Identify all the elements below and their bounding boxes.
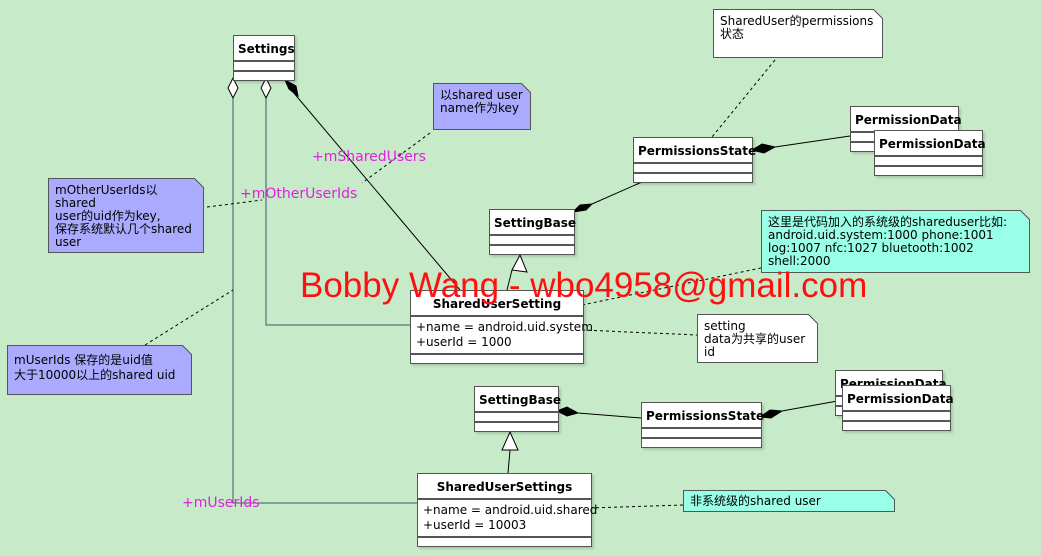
note-link [589,504,684,509]
note-permissions: SharedUser的permissions 状态 [713,9,883,58]
class-title: PermissionsState [642,403,764,429]
composition-ps1-pd1 [774,135,851,148]
role-muser-ids: +mUserIds [182,495,260,511]
note-other-user-ids: mOtherUserIds以 shared user的uid作为key, 保存系统默… [48,178,204,253]
attribute: +userId = 1000 [416,335,512,349]
hollow-diamond-icon [260,76,272,100]
class-permission-data[interactable]: PermissionData [842,385,954,431]
hollow-diamond-icon [227,76,239,100]
class-permissions-state[interactable]: PermissionsState [633,137,756,183]
class-title: PermissionsState [634,138,756,164]
composition-sb1-ps1 [591,181,643,205]
class-permissions-state[interactable]: PermissionsState [641,402,764,448]
inherit-suss-sb2 [507,449,511,474]
watermark: Bobby Wang - wbo4958@gmail.com [300,266,868,305]
class-title: SettingBase [490,210,576,236]
class-title: PermissionData [843,386,954,412]
note-link [144,289,234,346]
note-setting-data: setting data为共享的user id [697,314,818,363]
composition-ps2-pd2 [781,399,844,412]
attribute: +userId = 10003 [423,518,527,532]
note-non-system: 非系统级的shared user [683,490,895,512]
class-permission-data[interactable]: PermissionData [874,130,986,176]
attribute: +name = android.uid.shared [423,503,598,517]
class-setting-base[interactable]: SettingBase [474,386,561,432]
class-title: SharedUserSettings [418,474,591,500]
class-shared-user-settings[interactable]: SharedUserSettings +name = android.uid.sh… [417,473,598,547]
class-setting-base[interactable]: SettingBase [489,209,576,255]
attribute: +name = android.uid.system [416,320,593,334]
composition-sb2-ps2 [577,412,642,419]
class-title: Settings [234,36,295,62]
filled-diamond-icon [571,203,594,213]
role-mother-user-ids: +mOtherUserIds [240,186,358,202]
note-link [711,59,776,138]
class-settings[interactable]: Settings [233,35,295,81]
note-shared-user-key: 以shared user name作为key [433,83,531,130]
note-user-ids: mUserIds 保存的是uid值 大于10000以上的shared uid [7,345,192,395]
class-title: PermissionData [875,131,986,157]
filled-diamond-icon [283,78,299,98]
class-title: SettingBase [475,387,561,413]
note-system-shared-users: 这里是代码加入的系统级的shareduser比如: android.uid.sys… [761,210,1030,273]
inheritance-triangle-icon [501,430,519,451]
role-mshared-users: +mSharedUsers [312,149,426,165]
filled-diamond-icon [555,406,580,417]
note-link [581,329,698,336]
